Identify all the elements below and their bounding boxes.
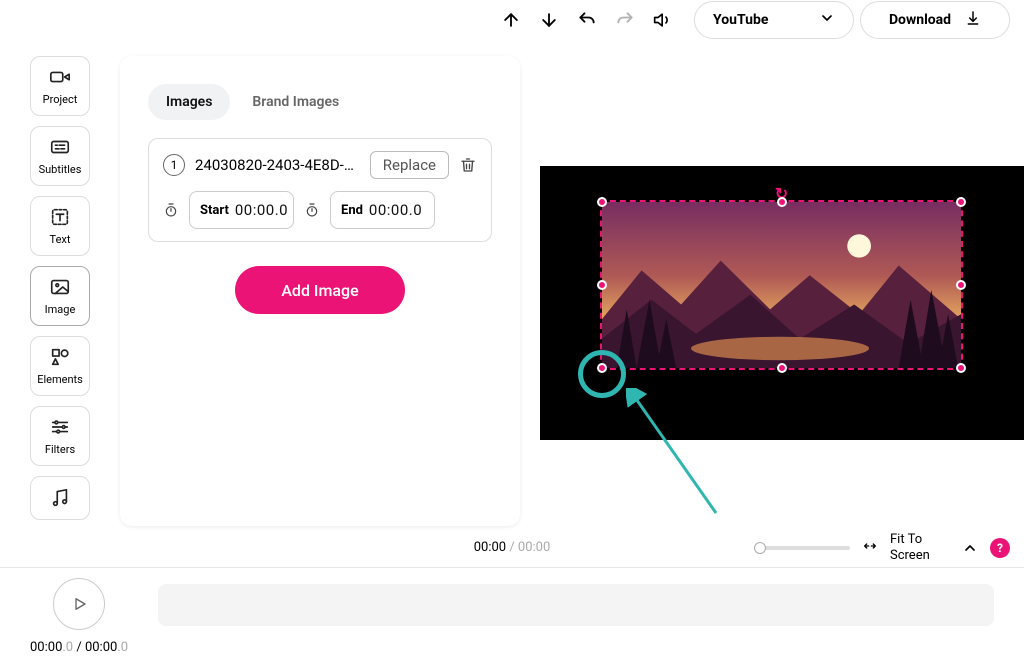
timeline-sep: / [73, 640, 85, 655]
resize-handle-ne[interactable] [956, 197, 966, 207]
download-icon [965, 10, 981, 30]
start-time-input[interactable]: Start 00:00.0 [189, 191, 294, 229]
header-icon-group [500, 9, 674, 31]
resize-handle-w[interactable] [597, 280, 607, 290]
export-preset-label: YouTube [713, 12, 768, 28]
arrow-up-icon[interactable] [500, 9, 522, 31]
stopwatch-icon [163, 202, 179, 218]
timeline-info-bar: 00:00 / 00:00 Fit To Screen ? [0, 528, 1024, 568]
end-label: End [341, 203, 363, 218]
resize-handle-nw[interactable] [597, 197, 607, 207]
left-sidebar: Project Subtitles Text Image Elements Fi… [30, 56, 90, 520]
sidebar-item-label: Project [43, 93, 78, 106]
resize-handle-se[interactable] [956, 363, 966, 373]
zoom-slider-thumb[interactable] [754, 542, 766, 554]
sidebar-item-label: Text [50, 233, 71, 246]
redo-icon [614, 9, 636, 31]
image-icon [49, 276, 71, 298]
music-note-icon [49, 487, 71, 509]
sliders-icon [49, 416, 71, 438]
resize-handle-s[interactable] [777, 363, 787, 373]
preview-total-time: 00:00 [518, 540, 550, 555]
video-camera-icon [49, 66, 71, 88]
tab-brand-images[interactable]: Brand Images [234, 84, 357, 120]
stopwatch-icon [304, 202, 320, 218]
preview-time-display: 00:00 / 00:00 [474, 540, 551, 555]
timeline-total-dec: .0 [117, 640, 128, 655]
canvas-preview[interactable]: ↻ [540, 166, 1024, 440]
sidebar-item-label: Subtitles [39, 163, 82, 176]
timeline-total: 00:00 [85, 640, 117, 655]
image-item-card: 1 24030820-2403-4E8D-… Replace Start 00:… [148, 138, 492, 242]
download-label: Download [889, 12, 951, 28]
text-icon [49, 206, 71, 228]
timeline-time-display: 00:00.0 / 00:00.0 [30, 640, 128, 655]
end-time-input[interactable]: End 00:00.0 [330, 191, 435, 229]
fit-screen-icon[interactable] [862, 538, 878, 558]
resize-handle-e[interactable] [956, 280, 966, 290]
image-selection-box[interactable]: ↻ [600, 200, 963, 370]
zoom-controls: Fit To Screen ? [756, 532, 1010, 563]
sidebar-item-text[interactable]: Text [30, 196, 90, 256]
timeline-current: 00:00 [30, 640, 62, 655]
sidebar-item-audio[interactable] [30, 476, 90, 520]
subtitles-icon [49, 136, 71, 158]
export-preset-dropdown[interactable]: YouTube [694, 1, 854, 39]
end-value: 00:00.0 [369, 201, 422, 219]
arrow-down-icon[interactable] [538, 9, 560, 31]
header-bar: YouTube Download [0, 0, 1024, 40]
image-item-header: 1 24030820-2403-4E8D-… Replace [163, 151, 477, 179]
undo-icon[interactable] [576, 9, 598, 31]
timeline-current-dec: .0 [62, 640, 73, 655]
chevron-up-icon[interactable] [962, 540, 978, 556]
volume-icon[interactable] [652, 9, 674, 31]
playback-controls: 00:00.0 / 00:00.0 [30, 578, 128, 655]
preview-current-time: 00:00 [474, 540, 506, 555]
replace-button[interactable]: Replace [370, 151, 449, 179]
chevron-down-icon [819, 10, 835, 30]
tab-images[interactable]: Images [148, 84, 230, 120]
sidebar-item-image[interactable]: Image [30, 266, 90, 326]
help-button[interactable]: ? [990, 538, 1010, 558]
sidebar-item-label: Elements [37, 373, 83, 386]
start-value: 00:00.0 [235, 201, 288, 219]
resize-handle-sw[interactable] [597, 363, 607, 373]
sidebar-item-project[interactable]: Project [30, 56, 90, 116]
start-label: Start [200, 203, 229, 218]
image-panel: Images Brand Images 1 24030820-2403-4E8D… [120, 56, 520, 526]
shapes-icon [49, 346, 71, 368]
sidebar-item-subtitles[interactable]: Subtitles [30, 126, 90, 186]
fit-to-screen-button[interactable]: Fit To Screen [890, 532, 950, 563]
timeline-footer: 00:00.0 / 00:00.0 [0, 568, 1024, 664]
panel-tabs: Images Brand Images [148, 84, 492, 120]
image-item-timing: Start 00:00.0 End 00:00.0 [163, 191, 477, 229]
sidebar-item-label: Image [45, 303, 76, 316]
download-button[interactable]: Download [860, 1, 1010, 39]
zoom-slider[interactable] [756, 546, 850, 550]
resize-handle-n[interactable] [777, 197, 787, 207]
sidebar-item-label: Filters [45, 443, 75, 456]
placed-image[interactable] [602, 202, 961, 368]
timeline-track[interactable] [158, 584, 994, 626]
add-image-button[interactable]: Add Image [235, 266, 405, 314]
sidebar-item-elements[interactable]: Elements [30, 336, 90, 396]
sidebar-item-filters[interactable]: Filters [30, 406, 90, 466]
trash-icon[interactable] [459, 156, 477, 174]
image-filename: 24030820-2403-4E8D-… [195, 156, 360, 174]
play-button[interactable] [53, 578, 105, 630]
image-index-badge: 1 [163, 154, 185, 176]
